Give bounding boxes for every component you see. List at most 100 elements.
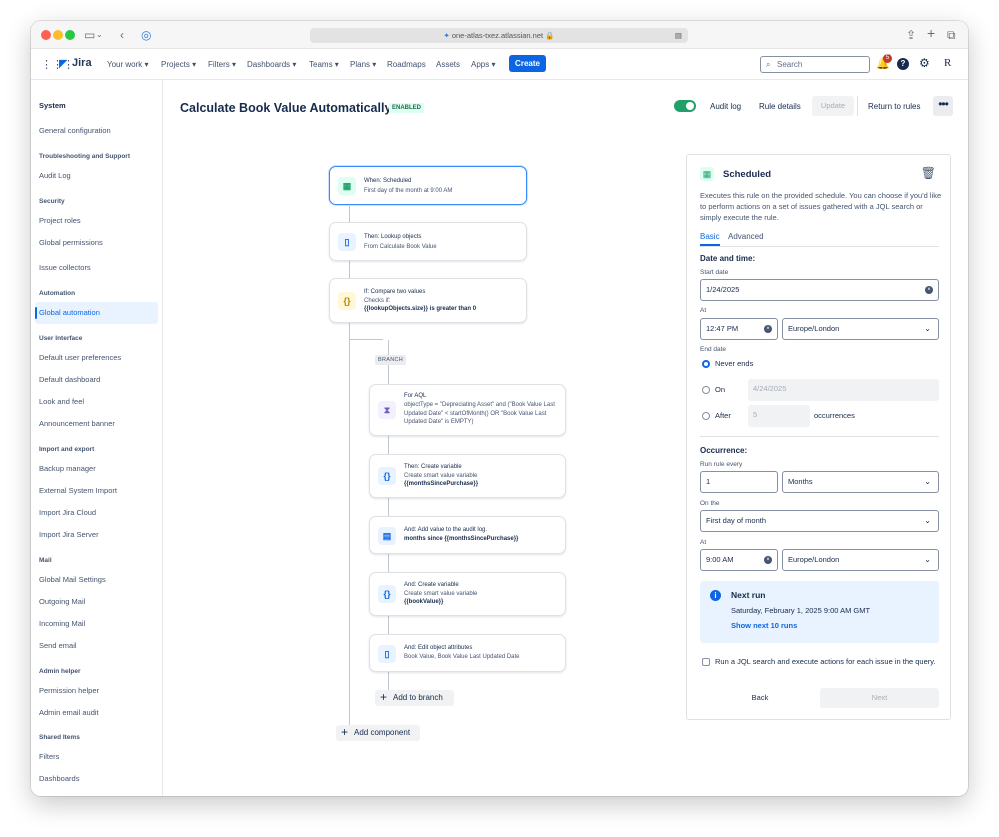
add-component-button[interactable]: + Add component bbox=[336, 725, 420, 741]
rule-enabled-toggle[interactable] bbox=[674, 100, 696, 112]
sidebar-item-import-jira-cloud[interactable]: Import Jira Cloud bbox=[39, 508, 96, 517]
create-button[interactable]: Create bbox=[509, 55, 546, 72]
help-icon[interactable]: ? bbox=[897, 58, 909, 70]
condition-expression: {{lookupObjects.size}} is greater than 0 bbox=[364, 306, 477, 312]
tab-basic[interactable]: Basic bbox=[700, 232, 720, 241]
create-variable-card-2[interactable]: {} And: Create variable Create smart val… bbox=[369, 572, 566, 616]
update-button[interactable]: Update bbox=[812, 96, 854, 116]
user-avatar[interactable]: R bbox=[944, 57, 951, 69]
app-switcher-icon[interactable]: ⋮⋮⋮ bbox=[41, 58, 74, 71]
sidebar-item-global-automation[interactable]: Global automation bbox=[39, 308, 100, 317]
sidebar-item-global-permissions[interactable]: Global permissions bbox=[39, 238, 103, 247]
nav-plans[interactable]: Plans ▾ bbox=[350, 60, 376, 69]
condition-title: If: Compare two values bbox=[364, 289, 426, 295]
sidebar-item-external-system-import[interactable]: External System Import bbox=[39, 486, 117, 495]
return-to-rules-button[interactable]: Return to rules bbox=[868, 102, 920, 111]
plus-icon: + bbox=[380, 690, 388, 704]
jira-product-name[interactable]: Jira bbox=[72, 57, 92, 69]
more-actions-button[interactable]: ••• bbox=[933, 96, 953, 116]
end-after-label: After bbox=[715, 411, 731, 420]
sidebar-item-global-mail-settings[interactable]: Global Mail Settings bbox=[39, 575, 106, 584]
audit-log-action-card[interactable]: ▤ And: Add value to the audit log. month… bbox=[369, 516, 566, 554]
next-button[interactable]: Next bbox=[820, 688, 939, 708]
sidebar-item-incoming-mail[interactable]: Incoming Mail bbox=[39, 619, 85, 628]
jira-logo-icon[interactable]: ◤ bbox=[59, 57, 67, 70]
start-date-input[interactable]: 1/24/2025 × bbox=[700, 279, 939, 301]
add-to-branch-button[interactable]: + Add to branch bbox=[375, 690, 454, 706]
back-button[interactable]: Back bbox=[700, 688, 820, 708]
sidebar-item-audit-log[interactable]: Audit Log bbox=[39, 171, 71, 180]
never-ends-radio[interactable] bbox=[702, 360, 710, 368]
maximize-window-icon[interactable] bbox=[65, 30, 75, 40]
nav-dashboards[interactable]: Dashboards ▾ bbox=[247, 60, 296, 69]
start-timezone-select[interactable]: Europe/London ⌄ bbox=[782, 318, 939, 340]
chevron-down-icon: ⌄ bbox=[924, 477, 931, 486]
edit-object-attributes-card[interactable]: ▯ And: Edit object attributes Book Value… bbox=[369, 634, 566, 672]
close-window-icon[interactable] bbox=[41, 30, 51, 40]
calendar-icon: ▦ bbox=[700, 167, 714, 181]
sidebar-toggle-icon[interactable]: ▭ bbox=[84, 28, 95, 42]
run-every-input[interactable]: 1 bbox=[700, 471, 778, 493]
end-on-radio[interactable] bbox=[702, 386, 710, 394]
sidebar-item-import-jira-server[interactable]: Import Jira Server bbox=[39, 530, 99, 539]
run-time-input[interactable]: 9:00 AM × bbox=[700, 549, 778, 571]
sidebar-item-announcement-banner[interactable]: Announcement banner bbox=[39, 419, 115, 428]
tab-advanced[interactable]: Advanced bbox=[728, 232, 764, 241]
sidebar-item-default-user-preferences[interactable]: Default user preferences bbox=[39, 353, 121, 362]
sidebar-item-dashboards[interactable]: Dashboards bbox=[39, 774, 79, 783]
sidebar-item-permission-helper[interactable]: Permission helper bbox=[39, 686, 99, 695]
clear-icon[interactable]: × bbox=[925, 286, 933, 294]
nav-teams[interactable]: Teams ▾ bbox=[309, 60, 339, 69]
chevron-down-icon: ⌄ bbox=[924, 324, 931, 333]
nav-projects[interactable]: Projects ▾ bbox=[161, 60, 196, 69]
condition-card[interactable]: {} If: Compare two values Checks if: {{l… bbox=[329, 278, 527, 323]
audit-log-button[interactable]: Audit log bbox=[710, 102, 741, 111]
back-arrow-icon[interactable]: ‹ bbox=[120, 28, 124, 42]
end-after-count-input[interactable]: 5 bbox=[748, 405, 810, 427]
end-on-date-input[interactable]: 4/24/2025 bbox=[748, 379, 939, 401]
on-the-select[interactable]: First day of month ⌄ bbox=[700, 510, 939, 532]
nav-filters[interactable]: Filters ▾ bbox=[208, 60, 236, 69]
trigger-card[interactable]: ▦ When: Scheduled First day of the month… bbox=[329, 166, 527, 205]
branch-label: BRANCH bbox=[375, 355, 407, 365]
nav-assets[interactable]: Assets bbox=[436, 60, 460, 69]
browser-titlebar: ▭ ⌄ ‹ ◎ ✦ one-atlas-txez.atlassian.net 🔒… bbox=[31, 21, 968, 49]
sidebar-heading-import-export: Import and export bbox=[39, 446, 95, 453]
nav-your-work[interactable]: Your work ▾ bbox=[107, 60, 149, 69]
reader-icon[interactable]: ▤ bbox=[675, 28, 682, 43]
settings-gear-icon[interactable]: ⚙ bbox=[919, 56, 930, 70]
rule-details-button[interactable]: Rule details bbox=[759, 102, 801, 111]
new-tab-icon[interactable]: + bbox=[927, 26, 935, 40]
jql-search-checkbox[interactable] bbox=[702, 658, 710, 666]
sidebar-item-admin-email-audit[interactable]: Admin email audit bbox=[39, 708, 99, 717]
clear-icon[interactable]: × bbox=[764, 325, 772, 333]
clear-icon[interactable]: × bbox=[764, 556, 772, 564]
search-input[interactable]: ⌕ Search bbox=[760, 56, 870, 73]
sidebar-item-filters[interactable]: Filters bbox=[39, 752, 59, 761]
share-icon[interactable]: ⇪ bbox=[906, 28, 916, 42]
trash-icon[interactable]: 🗑 bbox=[921, 166, 936, 180]
sidebar-item-send-email[interactable]: Send email bbox=[39, 641, 77, 650]
sidebar-item-general-configuration[interactable]: General configuration bbox=[39, 126, 111, 135]
address-bar[interactable]: ✦ one-atlas-txez.atlassian.net 🔒 ▤ bbox=[310, 28, 688, 43]
show-next-runs-link[interactable]: Show next 10 runs bbox=[731, 621, 797, 630]
end-after-radio[interactable] bbox=[702, 412, 710, 420]
lookup-objects-card[interactable]: ▯ Then: Lookup objects From Calculate Bo… bbox=[329, 222, 527, 261]
sidebar-item-default-dashboard[interactable]: Default dashboard bbox=[39, 375, 100, 384]
chevron-down-icon[interactable]: ⌄ bbox=[96, 28, 103, 42]
run-unit-select[interactable]: Months ⌄ bbox=[782, 471, 939, 493]
tabs-overview-icon[interactable]: ⧉ bbox=[947, 28, 956, 42]
minimize-window-icon[interactable] bbox=[53, 30, 63, 40]
sidebar-item-issue-collectors[interactable]: Issue collectors bbox=[39, 263, 91, 272]
run-timezone-select[interactable]: Europe/London ⌄ bbox=[782, 549, 939, 571]
privacy-shield-icon[interactable]: ◎ bbox=[141, 28, 151, 42]
nav-apps[interactable]: Apps ▾ bbox=[471, 60, 495, 69]
nav-roadmaps[interactable]: Roadmaps bbox=[387, 60, 426, 69]
sidebar-item-backup-manager[interactable]: Backup manager bbox=[39, 464, 96, 473]
create-variable-card-1[interactable]: {} Then: Create variable Create smart va… bbox=[369, 454, 566, 498]
sidebar-item-look-and-feel[interactable]: Look and feel bbox=[39, 397, 84, 406]
sidebar-item-outgoing-mail[interactable]: Outgoing Mail bbox=[39, 597, 85, 606]
start-time-input[interactable]: 12:47 PM × bbox=[700, 318, 778, 340]
sidebar-item-project-roles[interactable]: Project roles bbox=[39, 216, 81, 225]
for-aql-card[interactable]: ⧗ For AQL objectType = "Depreciating Ass… bbox=[369, 384, 566, 436]
